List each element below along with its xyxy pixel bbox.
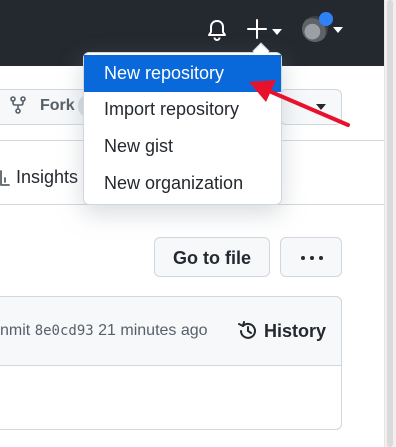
go-to-file-label: Go to file: [173, 248, 251, 268]
commit-time: 21 minutes ago: [98, 322, 208, 339]
menu-item-new-organization[interactable]: New organization: [84, 165, 281, 202]
chevron-down-icon[interactable]: [272, 29, 282, 35]
graph-icon: [0, 168, 10, 186]
kebab-horizontal-icon: [301, 256, 323, 260]
more-options-button[interactable]: [280, 237, 342, 277]
scrollbar-thumb[interactable]: [387, 0, 393, 447]
menu-item-new-gist[interactable]: New gist: [84, 128, 281, 165]
annotation-arrow-icon: [249, 80, 350, 127]
tab-insights[interactable]: Insights: [16, 167, 78, 188]
fork-label: Fork: [40, 97, 75, 114]
go-to-file-button[interactable]: Go to file: [154, 237, 270, 277]
history-link[interactable]: History: [264, 321, 326, 342]
chevron-down-icon[interactable]: [333, 27, 343, 33]
latest-commit-info: nmit 8e0cd93 21 minutes ago: [0, 322, 208, 340]
commit-prefix: nmit: [0, 322, 31, 339]
plus-icon[interactable]: [246, 18, 268, 40]
bell-icon[interactable]: [206, 18, 228, 42]
fork-icon: [10, 96, 26, 114]
history-icon[interactable]: [237, 320, 259, 342]
commit-sha-link[interactable]: 8e0cd93: [35, 323, 94, 339]
status-dot: [319, 12, 333, 26]
